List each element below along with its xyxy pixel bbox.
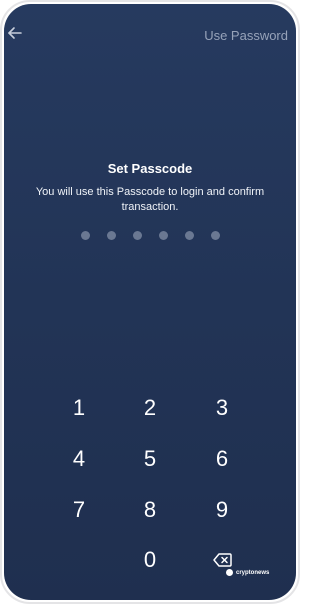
phone-frame: Use Password Set Passcode You will use t… xyxy=(0,0,300,604)
key-4[interactable]: 4 xyxy=(49,439,109,479)
passcode-dot xyxy=(106,231,116,240)
passcode-screen: Use Password Set Passcode You will use t… xyxy=(4,4,296,600)
passcode-dot xyxy=(210,231,220,240)
passcode-dot xyxy=(158,231,168,240)
passcode-dot xyxy=(184,231,194,240)
key-0[interactable]: 0 xyxy=(120,540,180,580)
cryptonews-logo-icon xyxy=(226,569,233,576)
key-2[interactable]: 2 xyxy=(120,388,180,428)
use-password-button[interactable]: Use Password xyxy=(204,28,288,43)
page-subtitle: You will use this Passcode to login and … xyxy=(35,186,265,213)
watermark: cryptonews xyxy=(226,569,269,576)
key-5[interactable]: 5 xyxy=(120,439,180,479)
key-1[interactable]: 1 xyxy=(49,388,109,428)
passcode-dot xyxy=(132,231,142,240)
key-7[interactable]: 7 xyxy=(49,490,109,530)
key-3[interactable]: 3 xyxy=(192,388,252,428)
key-8[interactable]: 8 xyxy=(120,490,180,530)
page-title: Set Passcode xyxy=(107,161,193,176)
key-6[interactable]: 6 xyxy=(192,439,252,479)
key-9[interactable]: 9 xyxy=(192,490,252,530)
watermark-text: cryptonews xyxy=(236,569,270,576)
passcode-dot xyxy=(80,231,90,240)
arrow-left-icon[interactable] xyxy=(6,24,24,42)
number-keypad: 1 2 3 4 5 6 7 8 9 0 xyxy=(4,388,296,596)
passcode-dots xyxy=(4,231,296,240)
